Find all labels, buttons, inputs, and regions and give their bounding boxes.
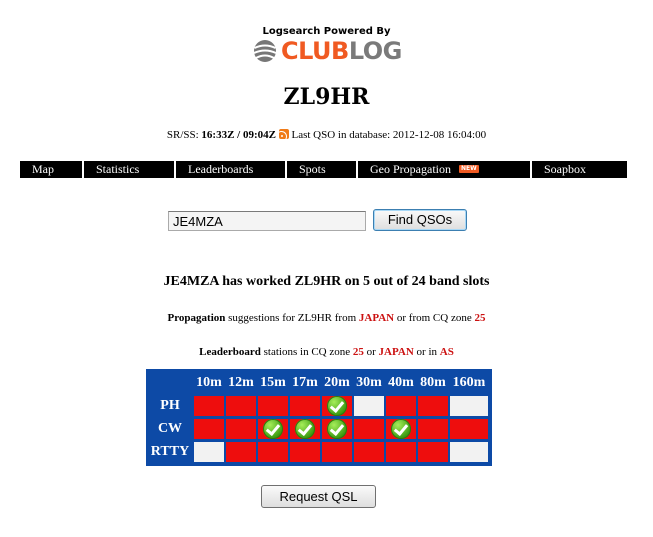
nav-bar: Map Statistics Leaderboards Spots Geo Pr… — [20, 161, 627, 178]
result-headline: JE4MZA has worked ZL9HR on 5 out of 24 b… — [163, 274, 490, 289]
band-header-12m: 12m — [228, 375, 254, 390]
mode-label-ph: PH — [160, 398, 180, 413]
time-separator: / — [237, 129, 241, 141]
sun-times-line: SR/SS: 16:33Z / 09:04Z Last QSO in datab… — [0, 129, 653, 141]
leaderboard-text: stations in CQ zone — [263, 346, 351, 358]
band-header-40m: 40m — [388, 375, 414, 390]
srss-label: SR/SS: — [166, 129, 199, 141]
propagation-zone-link[interactable]: 25 — [474, 312, 485, 324]
slot-cw-40m-worked[interactable] — [386, 419, 416, 439]
slot-rtty-10m-na — [194, 442, 224, 462]
band-header-30m: 30m — [356, 375, 382, 390]
clublog-ball-icon — [253, 40, 277, 62]
slot-rtty-80m-needed[interactable] — [418, 442, 448, 462]
slot-ph-17m-needed[interactable] — [290, 396, 320, 416]
slot-rtty-17m-needed[interactable] — [290, 442, 320, 462]
slot-cw-160m-needed[interactable] — [450, 419, 488, 439]
find-qsos-button[interactable]: Find QSOs — [373, 209, 467, 231]
band-header-20m: 20m — [324, 375, 350, 390]
slot-cw-10m-needed[interactable] — [194, 419, 224, 439]
check-icon — [391, 419, 411, 439]
mode-label-rtty: RTTY — [150, 444, 190, 459]
nav-item-leaderboards[interactable]: Leaderboards — [176, 161, 285, 178]
nav-label: Statistics — [96, 162, 140, 176]
slot-cw-30m-needed[interactable] — [354, 419, 384, 439]
slot-ph-12m-needed[interactable] — [226, 396, 256, 416]
nav-label: Leaderboards — [188, 162, 254, 176]
band-header-160m: 160m — [452, 375, 486, 390]
leaderboard-link[interactable]: Leaderboard — [199, 346, 261, 358]
new-badge: NEW — [458, 165, 479, 173]
band-header-17m: 17m — [292, 375, 318, 390]
page-title: ZL9HR — [283, 84, 370, 110]
nav-label: Map — [32, 162, 54, 176]
logo-club-text: CLUB — [281, 37, 349, 65]
band-header-10m: 10m — [196, 375, 222, 390]
last-qso-label: Last QSO in database: — [291, 129, 391, 141]
slot-rtty-160m-na — [450, 442, 488, 462]
slot-cw-20m-worked[interactable] — [322, 419, 352, 439]
nav-item-spots[interactable]: Spots — [287, 161, 356, 178]
slot-ph-30m-na — [354, 396, 384, 416]
slot-rtty-30m-needed[interactable] — [354, 442, 384, 462]
slot-cw-17m-worked[interactable] — [290, 419, 320, 439]
check-icon — [327, 419, 347, 439]
nav-item-geo-propagation[interactable]: Geo Propagation NEW — [358, 161, 530, 178]
propagation-text: suggestions for ZL9HR from — [228, 312, 357, 324]
slot-cw-15m-worked[interactable] — [258, 419, 288, 439]
nav-item-soapbox[interactable]: Soapbox — [532, 161, 627, 178]
slot-ph-15m-needed[interactable] — [258, 396, 288, 416]
last-qso-time: 2012-12-08 16:04:00 — [392, 129, 487, 141]
nav-label: Geo Propagation — [370, 162, 451, 176]
slot-rtty-15m-needed[interactable] — [258, 442, 288, 462]
nav-label: Soapbox — [544, 162, 586, 176]
sunrise-time: 16:33Z — [201, 129, 235, 141]
propagation-link[interactable]: Propagation — [168, 312, 226, 324]
leaderboard-line: Leaderboard stations in CQ zone 25 or JA… — [0, 346, 653, 358]
logo-log-text: LOG — [348, 37, 403, 65]
propagation-text2: or from CQ zone — [396, 312, 472, 324]
slot-rtty-12m-needed[interactable] — [226, 442, 256, 462]
leaderboard-text2: or — [366, 346, 376, 358]
slot-cw-12m-needed[interactable] — [226, 419, 256, 439]
leaderboard-zone-link[interactable]: 25 — [353, 346, 364, 358]
check-icon — [327, 396, 347, 416]
leaderboard-country-link[interactable]: JAPAN — [379, 346, 414, 358]
callsign-search-input[interactable] — [168, 211, 366, 231]
mode-label-cw: CW — [157, 421, 183, 436]
band-header-15m: 15m — [260, 375, 286, 390]
slot-cw-80m-needed[interactable] — [418, 419, 448, 439]
leaderboard-continent-link[interactable]: AS — [440, 346, 454, 358]
leaderboard-text3: or in — [416, 346, 438, 358]
request-qsl-button[interactable]: Request QSL — [261, 485, 376, 508]
slot-rtty-40m-needed[interactable] — [386, 442, 416, 462]
slot-ph-20m-worked[interactable] — [322, 396, 352, 416]
clublog-logo[interactable]: CLUB LOG — [253, 36, 402, 66]
propagation-country-link[interactable]: JAPAN — [359, 312, 394, 324]
slot-rtty-20m-needed[interactable] — [322, 442, 352, 462]
check-icon — [295, 419, 315, 439]
band-header-80m: 80m — [420, 375, 446, 390]
check-icon — [263, 419, 283, 439]
slot-ph-160m-na — [450, 396, 488, 416]
sunset-time: 09:04Z — [242, 129, 276, 141]
slot-ph-40m-needed[interactable] — [386, 396, 416, 416]
nav-item-map[interactable]: Map — [20, 161, 82, 178]
slot-ph-10m-needed[interactable] — [194, 396, 224, 416]
slot-ph-80m-needed[interactable] — [418, 396, 448, 416]
propagation-line: Propagation suggestions for ZL9HR from J… — [0, 312, 653, 324]
rss-icon[interactable] — [278, 129, 289, 139]
nav-item-statistics[interactable]: Statistics — [84, 161, 174, 178]
nav-label: Spots — [299, 162, 326, 176]
